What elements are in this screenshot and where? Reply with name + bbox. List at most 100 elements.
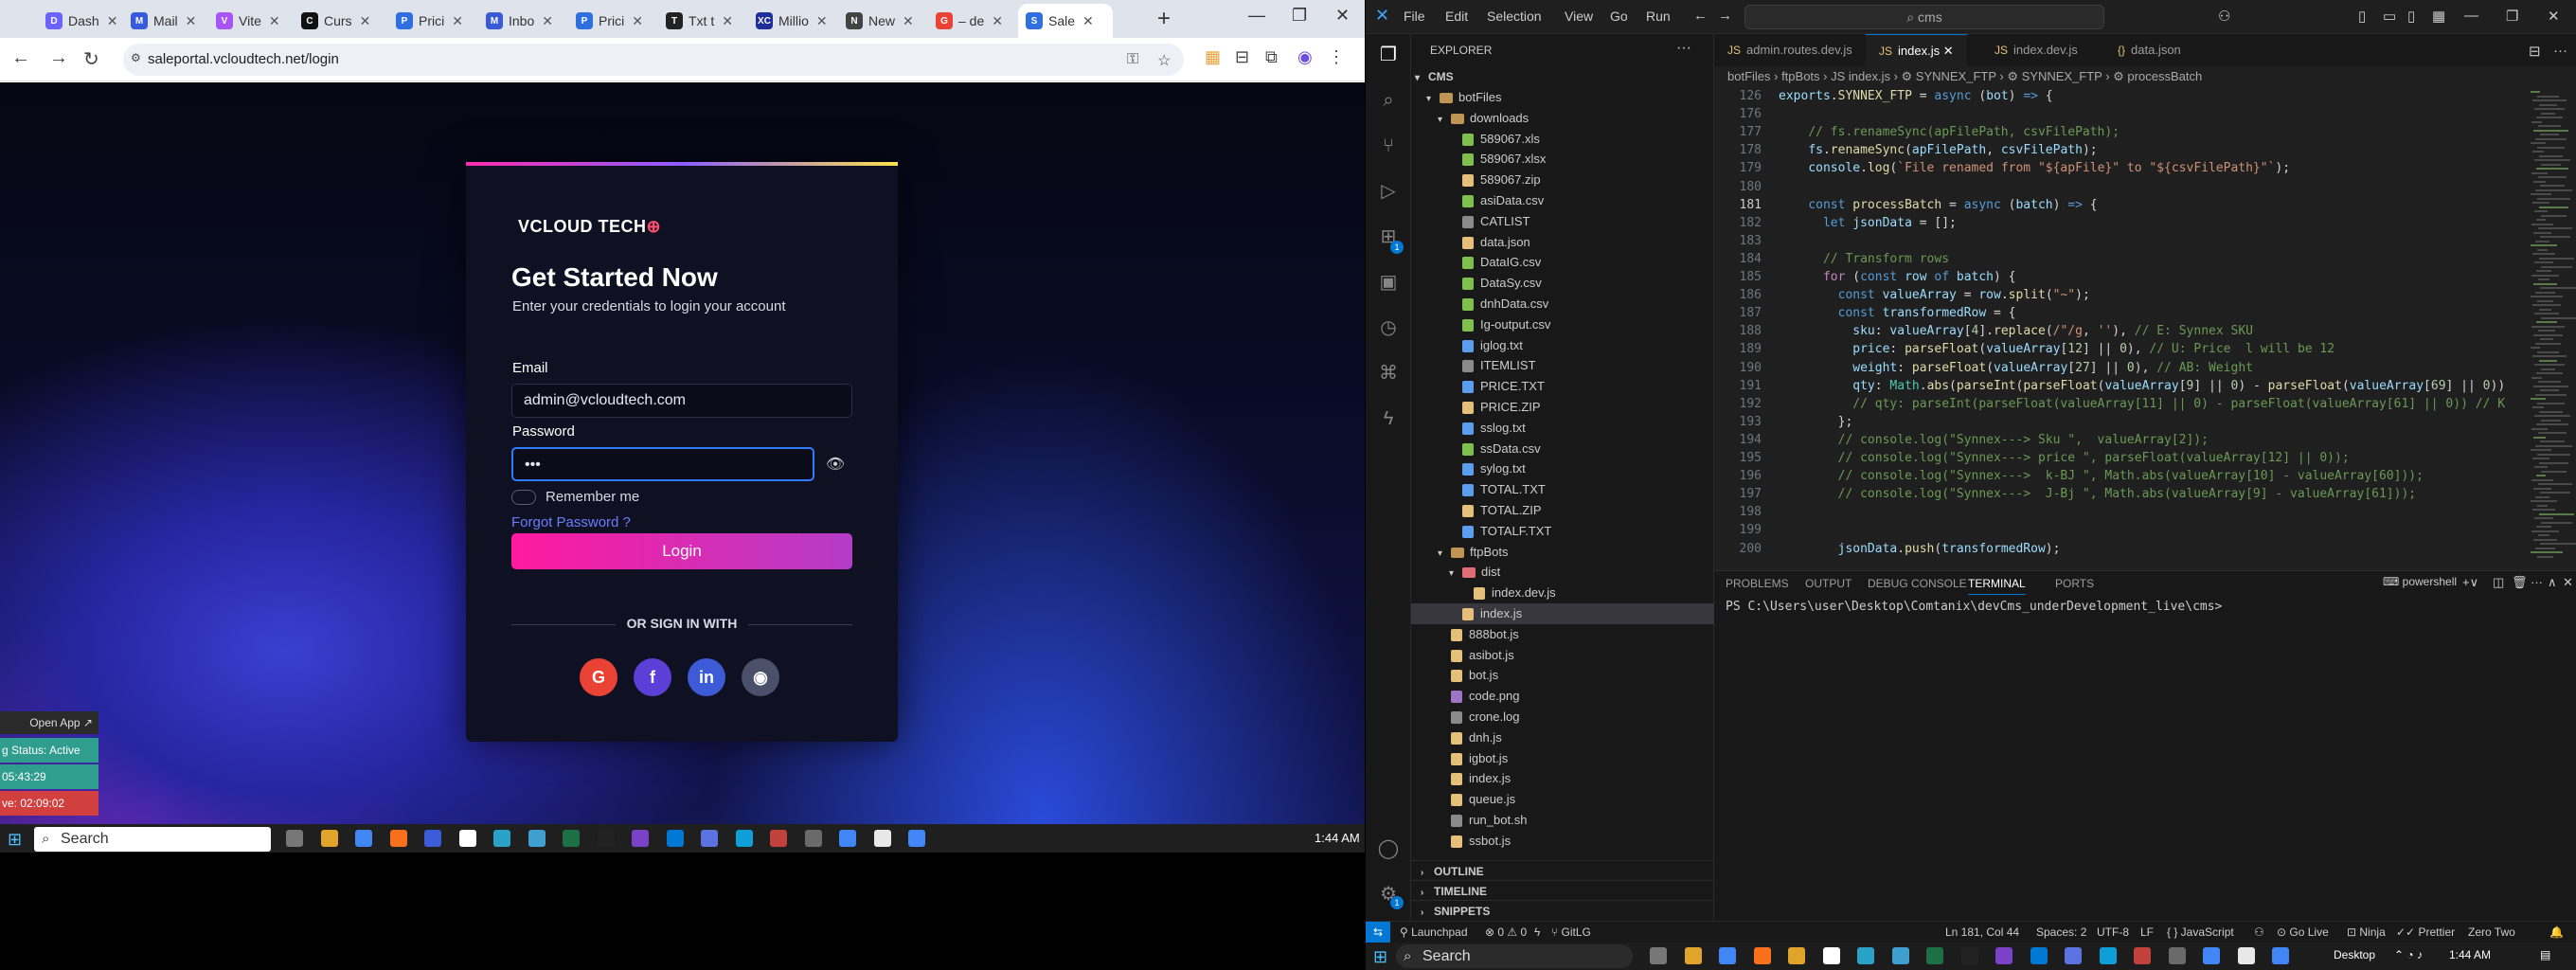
code-line[interactable]: 126 exports.SYNNEX_FTP = async (bot) => { [1714,87,2529,105]
taskbar-app-icon[interactable] [355,830,372,847]
code-line[interactable]: 182 let jsonData = []; [1714,214,2529,232]
taskbar-app-icon[interactable] [389,830,407,847]
panel-tab-problems[interactable]: PROBLEMS [1726,577,1789,590]
tree-file[interactable]: dnh.js [1411,728,1714,748]
github-login-icon[interactable]: ◉ [742,658,779,696]
email-field[interactable]: admin@vcloudtech.com [511,384,852,418]
tab-close-icon[interactable]: ✕ [186,13,197,29]
tree-folder[interactable]: ▾ ftpBots [1411,542,1714,563]
windows-start-icon[interactable]: ⊞ [8,830,22,850]
code-line[interactable]: 179 console.log(`File renamed from "${ap… [1714,159,2529,177]
taskbar-app-icon[interactable] [908,830,925,847]
code-line[interactable]: 186 const valueArray = row.split("~"); [1714,286,2529,304]
google-login-icon[interactable]: G [580,658,617,696]
search-icon[interactable]: ⌕ [1377,89,1400,112]
show-password-eye-icon[interactable]: 👁 [818,447,852,481]
taskbar-app-icon[interactable] [2168,947,2186,964]
browser-tab[interactable]: P Prici ✕ [568,4,658,38]
code-line[interactable]: 188 sku: valueArray[4].replace(/"/g, '')… [1714,322,2529,340]
taskbar-app-icon[interactable] [563,830,580,847]
tab-close-icon[interactable]: ✕ [452,13,463,29]
tab-close-icon[interactable]: ✕ [722,13,733,29]
indent-spaces[interactable]: Spaces: 2 [2036,925,2086,939]
code-line[interactable]: 199 [1714,521,2529,539]
command-center[interactable]: ⌕ cms [1744,5,2104,29]
tree-file[interactable]: TOTAL.ZIP [1411,500,1714,521]
tree-folder[interactable]: ▾ dist [1411,562,1714,583]
editor-tab[interactable]: JS index.js ✕ [1866,34,1967,66]
account-icon[interactable]: ◯ [1377,837,1400,860]
tree-file[interactable]: asibot.js [1411,645,1714,666]
taskbar-search[interactable]: ⌕ Search [34,827,271,852]
editor-more-icon[interactable]: ··· [2553,43,2567,59]
terminal-shell-label[interactable]: ⌨ powershell [2383,575,2457,588]
windows-start-icon[interactable]: ⊞ [1373,947,1387,967]
tree-file[interactable]: run_bot.sh [1411,810,1714,831]
taskbar-app-icon[interactable] [2237,947,2255,964]
code-line[interactable]: 190 weight: parseFloat(valueArray[27] ||… [1714,359,2529,377]
tree-file[interactable]: iglog.txt [1411,335,1714,356]
tree-file[interactable]: dnhData.csv [1411,294,1714,314]
taskbar-app-icon[interactable] [2272,947,2289,964]
taskbar-app-icon[interactable] [320,830,338,847]
taskbar-app-icon[interactable] [735,830,753,847]
tree-file[interactable]: sylog.txt [1411,458,1714,479]
browser-tab[interactable]: G – de ✕ [928,4,1018,38]
extensions-icon[interactable]: ⧉ [1265,47,1278,67]
reload-icon[interactable]: ↻ [83,47,99,71]
section-outline[interactable]: › OUTLINE [1411,860,1714,881]
editor-tab[interactable]: {} data.json [2104,34,2194,66]
password-field[interactable]: ••• [511,447,814,481]
menu-view[interactable]: View [1565,9,1593,24]
menu-go[interactable]: Go [1610,9,1628,24]
code-line[interactable]: 193 }; [1714,413,2529,431]
thunder-client-icon[interactable]: ϟ [1377,407,1400,430]
tree-file[interactable]: ITEMLIST [1411,355,1714,376]
tree-file[interactable]: sslog.txt [1411,418,1714,439]
taskbar-search[interactable]: ⌕ Search [1396,944,1633,968]
maximize-icon[interactable]: ❐ [1292,6,1307,26]
taskbar-app-icon[interactable] [632,830,649,847]
close-icon[interactable]: ✕ [2548,8,2560,25]
tree-file[interactable]: TOTAL.TXT [1411,479,1714,500]
taskbar-app-icon[interactable] [1788,947,1805,964]
taskbar-app-icon[interactable] [528,830,546,847]
taskbar-app-icon[interactable] [1753,947,1771,964]
remember-me-toggle[interactable] [511,490,536,505]
tree-file[interactable]: queue.js [1411,789,1714,810]
taskbar-app-icon[interactable] [701,830,718,847]
tab-close-icon[interactable]: ✕ [360,13,371,29]
run-debug-icon[interactable]: ▷ [1377,180,1400,203]
breadcrumb[interactable]: botFiles › ftpBots › JS index.js › ⚙ SYN… [1714,66,2576,87]
taskbar-app-icon[interactable] [1926,947,1943,964]
taskbar-app-icon[interactable] [2203,947,2220,964]
taskbar-app-icon[interactable] [873,830,891,847]
menu-dots-icon[interactable]: ⋮ [1328,47,1345,67]
password-key-icon[interactable]: ⚿ [1127,51,1138,68]
code-line[interactable]: 196 // console.log("Synnex---> k-BJ ", M… [1714,467,2529,485]
workspace-root[interactable]: ▾ CMS [1411,66,1714,87]
taskbar-app-icon[interactable] [286,830,303,847]
layout-panel-icon[interactable]: ▭ [2383,8,2396,25]
extension-grid-icon[interactable]: ▦ [1205,47,1221,67]
new-tab-button[interactable]: + [1157,6,1171,32]
code-line[interactable]: 184 // Transform rows [1714,250,2529,268]
tree-file[interactable]: PRICE.TXT [1411,376,1714,397]
taskbar-app-icon[interactable] [1822,947,1840,964]
tree-file[interactable]: Ig-output.csv [1411,314,1714,335]
code-line[interactable]: 189 price: parseFloat(valueArray[12] || … [1714,340,2529,358]
notification-center-icon[interactable]: ▤ [2540,948,2550,961]
maximize-icon[interactable]: ❐ [2506,8,2518,25]
taskbar-app-icon[interactable] [2099,947,2117,964]
taskbar-app-icon[interactable] [493,830,510,847]
notifications-bell-icon[interactable]: 🔔 [2549,925,2564,939]
copilot-status-icon[interactable]: ⚇ [2254,925,2264,939]
back-icon[interactable]: ← [11,47,30,69]
tab-close-icon[interactable]: ✕ [1082,13,1094,29]
taskbar-app-icon[interactable] [597,830,615,847]
menu-file[interactable]: File [1404,9,1425,24]
omnibox[interactable]: ⚙ saleportal.vcloudtech.net/login ⚿ ☆ [123,44,1184,76]
minimap[interactable] [2527,87,2576,570]
close-panel-icon[interactable]: ✕ [2563,575,2573,590]
tree-file[interactable]: crone.log [1411,707,1714,728]
